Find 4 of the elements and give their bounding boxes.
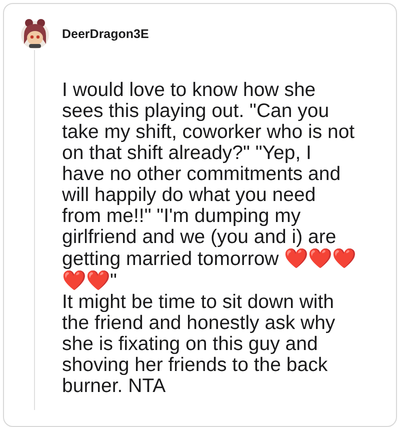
username[interactable]: DeerDragon3E xyxy=(62,27,149,41)
comment-text: It might be time to sit down with the friend and honestly ask why she is fixating on this guy and shoving her friends to the back burner. NTA xyxy=(62,292,336,397)
comment-text: I would love to know how she sees this playing out. "Can you take my shift, coworker who is not on that shift already?" "Yep, I have no other commitments and will happily do what you need from me!!" "I'm dumping my girlfriend and we (you and i) are getting married tomorrow ❤❤❤❤❤" xyxy=(62,80,358,292)
avatar-icon[interactable] xyxy=(20,18,50,50)
